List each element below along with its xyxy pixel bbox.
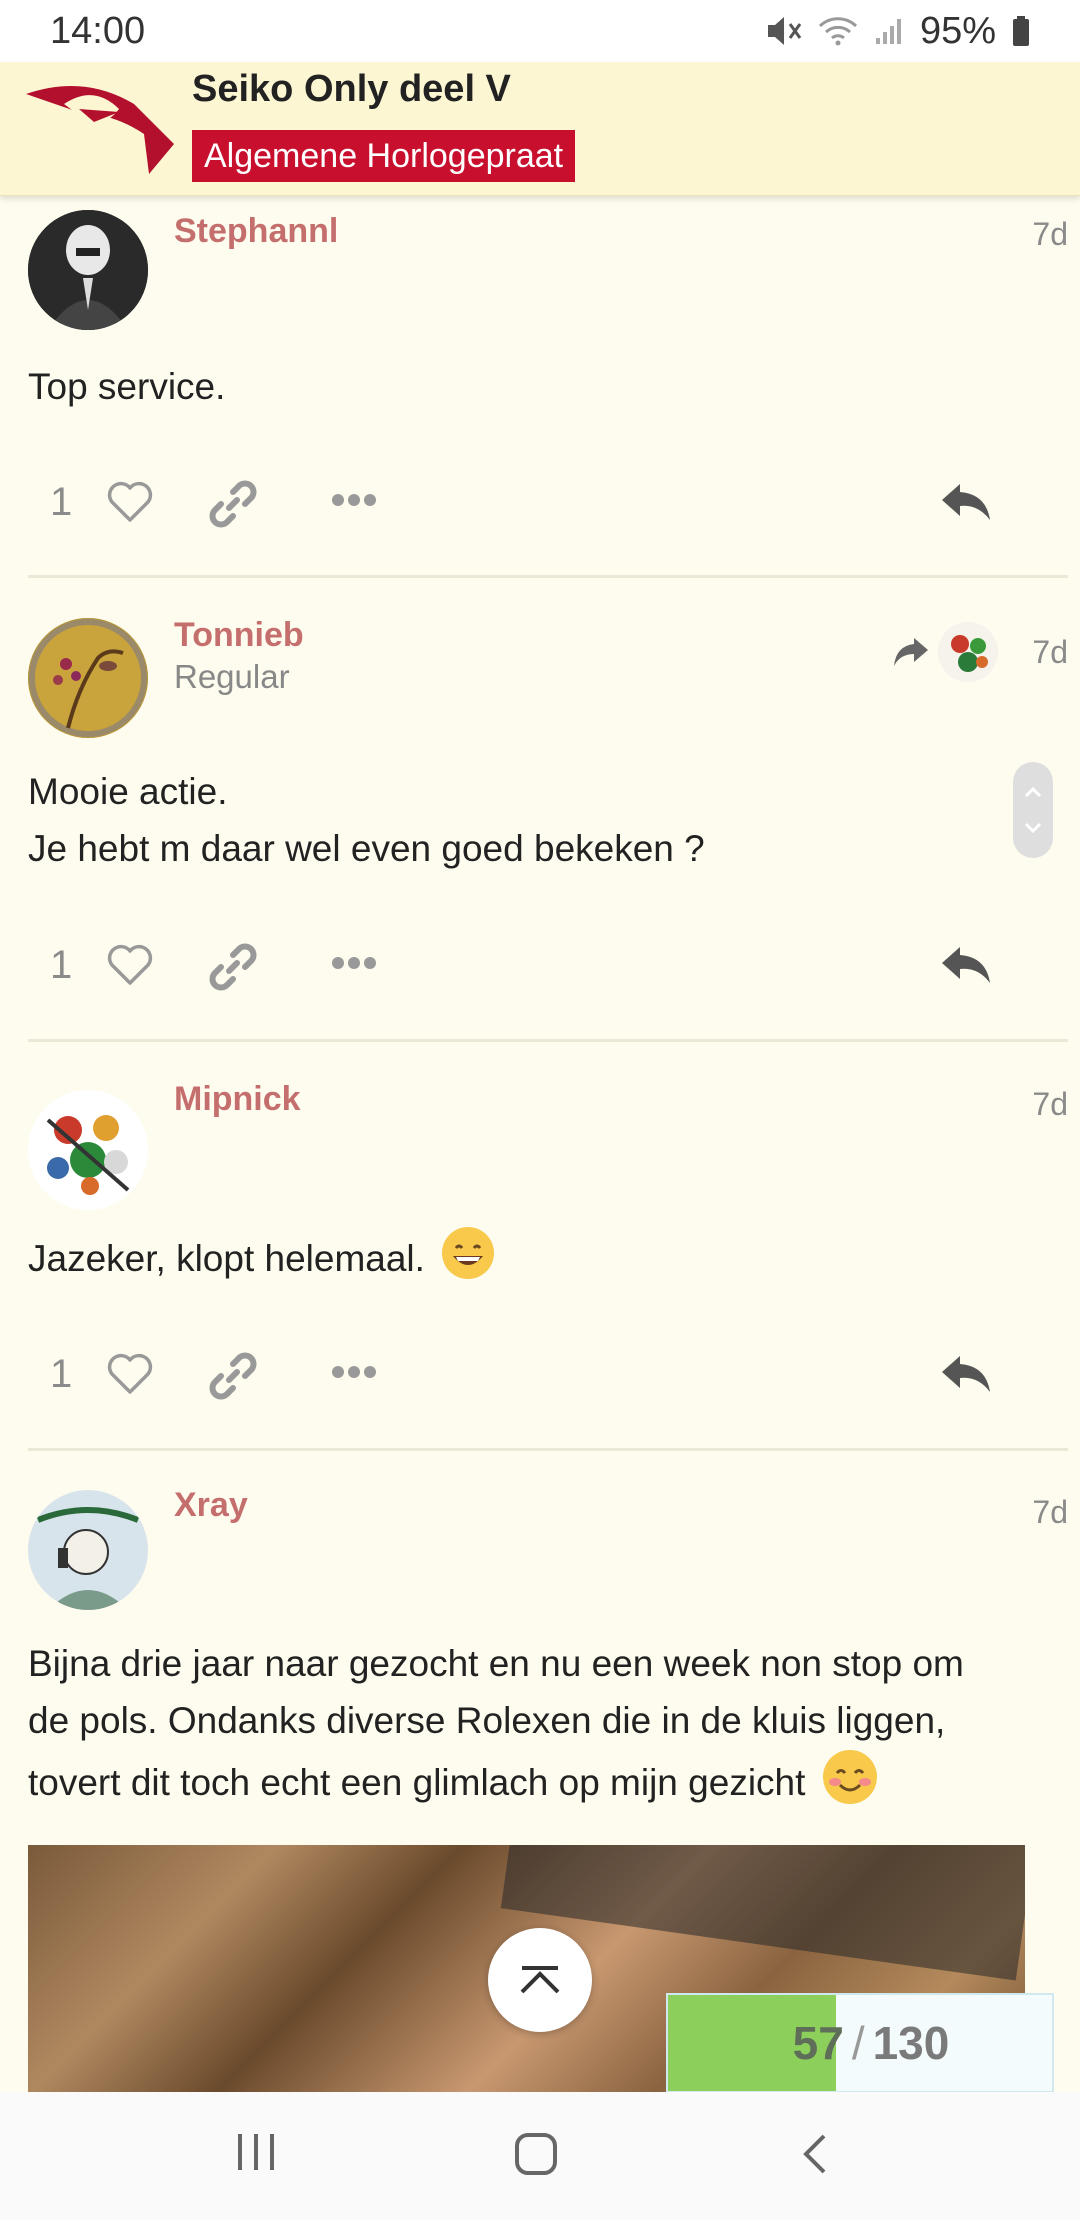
back-to-top-button[interactable] (488, 1928, 592, 2032)
post-divider (28, 575, 1068, 578)
more-icon[interactable] (330, 955, 378, 976)
avatar[interactable] (28, 210, 148, 330)
category-badge[interactable]: Algemene Horlogepraat (192, 130, 576, 182)
reply-to-icon[interactable] (892, 636, 930, 673)
grinning-emoji (441, 1226, 495, 1296)
heart-icon[interactable] (106, 480, 154, 529)
battery-percentage: 95% (919, 9, 996, 52)
post-divider (28, 1039, 1068, 1042)
link-icon[interactable] (209, 480, 257, 533)
post-date[interactable]: 7d (1032, 1086, 1068, 1123)
reply-icon[interactable] (940, 1354, 1010, 1392)
post-date[interactable]: 7d (1032, 1494, 1068, 1531)
more-icon[interactable] (330, 1364, 378, 1385)
heart-icon[interactable] (106, 943, 154, 992)
smiling-emoji (822, 1749, 878, 1821)
username[interactable]: Stephannl (174, 212, 338, 251)
user-title: Regular (174, 658, 290, 695)
reply-to-avatar[interactable] (938, 622, 998, 682)
post-actions: 1 (0, 1334, 1080, 1414)
status-time: 14:00 (50, 9, 146, 52)
progress-current: 57 (792, 2017, 844, 2069)
post-text-line: Mooie actie. (28, 771, 228, 812)
like-count[interactable]: 1 (50, 462, 72, 542)
reply-icon[interactable] (940, 945, 1010, 983)
link-icon[interactable] (209, 943, 257, 996)
site-logo[interactable] (24, 74, 174, 174)
post-text-line: tovert dit toch echt een glimlach op mij… (28, 1761, 806, 1803)
post-text-line: Top service. (28, 366, 226, 407)
back-icon[interactable] (800, 2132, 830, 2176)
recent-apps-icon[interactable] (234, 2132, 278, 2172)
username[interactable]: Xray (174, 1486, 248, 1525)
post-body: Jazeker, klopt helemaal. (28, 1226, 1048, 1296)
post-actions: 1 (0, 925, 1080, 1005)
post-body: Top service. (28, 358, 1048, 415)
post-text-line: de pols. Ondanks diverse Rolexen die in … (28, 1700, 946, 1741)
avatar[interactable] (28, 618, 148, 738)
post-body: Mooie actie. Je hebt m daar wel even goe… (28, 763, 1048, 877)
more-icon[interactable] (330, 492, 378, 513)
post-text-line: Je hebt m daar wel even goed bekeken ? (28, 828, 705, 869)
mute-icon (766, 14, 802, 48)
link-icon[interactable] (209, 1352, 257, 1405)
username[interactable]: Tonnieb (174, 616, 304, 655)
wifi-icon (818, 16, 858, 46)
scroll-handle[interactable] (1013, 762, 1053, 858)
home-icon[interactable] (514, 2132, 558, 2176)
post-text-line: Jazeker, klopt helemaal. (28, 1237, 425, 1279)
post-text-line: Bijna drie jaar naar gezocht en nu een w… (28, 1643, 964, 1684)
post-actions: 1 (0, 462, 1080, 542)
progress-separator: / (851, 2017, 865, 2069)
status-bar: 14:00 95% (0, 0, 1080, 62)
like-count[interactable]: 1 (50, 1334, 72, 1414)
topic-title[interactable]: Seiko Only deel V (192, 68, 511, 111)
post-date[interactable]: 7d (1032, 216, 1068, 253)
post-body: Bijna drie jaar naar gezocht en nu een w… (28, 1635, 1048, 1821)
post-date[interactable]: 7d (1032, 634, 1068, 671)
system-nav-bar (0, 2092, 1080, 2220)
signal-icon (874, 16, 904, 46)
topic-header: Seiko Only deel V Algemene Horlogepraat (0, 62, 1080, 196)
topic-progress[interactable]: 57 / 130 (666, 1993, 1054, 2093)
avatar[interactable] (28, 1090, 148, 1210)
battery-icon (1012, 16, 1030, 46)
username[interactable]: Mipnick (174, 1080, 301, 1119)
avatar[interactable] (28, 1490, 148, 1610)
like-count[interactable]: 1 (50, 925, 72, 1005)
progress-total: 130 (872, 2017, 950, 2069)
reply-icon[interactable] (940, 482, 1010, 520)
heart-icon[interactable] (106, 1352, 154, 1401)
post-divider (28, 1448, 1068, 1451)
